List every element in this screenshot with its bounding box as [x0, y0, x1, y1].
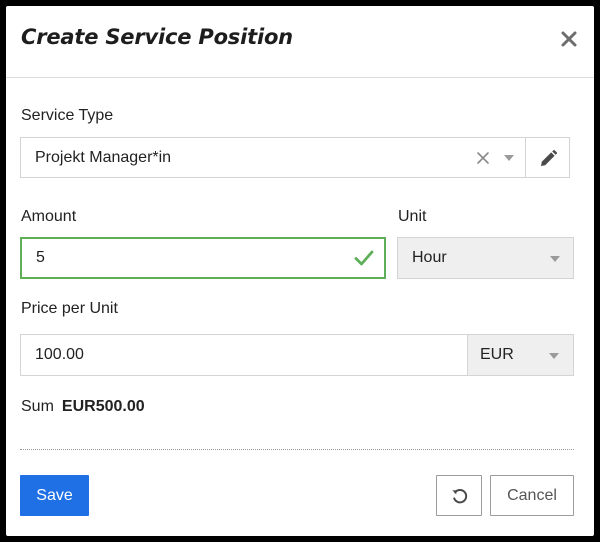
amount-value: 5 — [36, 249, 45, 266]
price-input[interactable]: 100.00 — [20, 334, 468, 376]
currency-value: EUR — [480, 346, 514, 363]
dialog-title: Create Service Position — [21, 25, 293, 49]
amount-input[interactable]: 5 — [20, 237, 386, 279]
dialog-header: Create Service Position — [6, 6, 594, 78]
sum-row: Sum EUR500.00 — [21, 398, 145, 416]
unit-value: Hour — [412, 249, 447, 266]
unit-select[interactable]: Hour — [397, 237, 574, 279]
create-service-position-dialog: Create Service Position Service Type Pro… — [6, 6, 594, 536]
pencil-icon — [538, 149, 558, 169]
service-type-label: Service Type — [21, 107, 114, 124]
chevron-down-icon — [549, 353, 559, 359]
clear-icon[interactable] — [476, 151, 490, 165]
sum-value: EUR500.00 — [61, 398, 145, 415]
checkmark-icon — [354, 249, 374, 267]
footer-divider — [20, 449, 574, 450]
reset-button[interactable] — [436, 475, 482, 516]
reset-icon — [450, 486, 470, 506]
price-per-unit-label: Price per Unit — [21, 300, 118, 317]
sum-label: Sum — [21, 398, 54, 415]
edit-service-type-button[interactable] — [525, 137, 570, 178]
close-icon[interactable] — [558, 28, 580, 50]
amount-label: Amount — [21, 208, 77, 225]
chevron-down-icon — [550, 256, 560, 262]
cancel-button[interactable]: Cancel — [490, 475, 574, 516]
chevron-down-icon[interactable] — [504, 155, 514, 161]
service-type-value: Projekt Manager*in — [35, 148, 172, 166]
price-value: 100.00 — [35, 346, 84, 363]
unit-label: Unit — [398, 208, 427, 225]
save-button[interactable]: Save — [20, 475, 89, 516]
service-type-select[interactable]: Projekt Manager*in — [20, 137, 526, 178]
currency-select[interactable]: EUR — [467, 334, 574, 376]
